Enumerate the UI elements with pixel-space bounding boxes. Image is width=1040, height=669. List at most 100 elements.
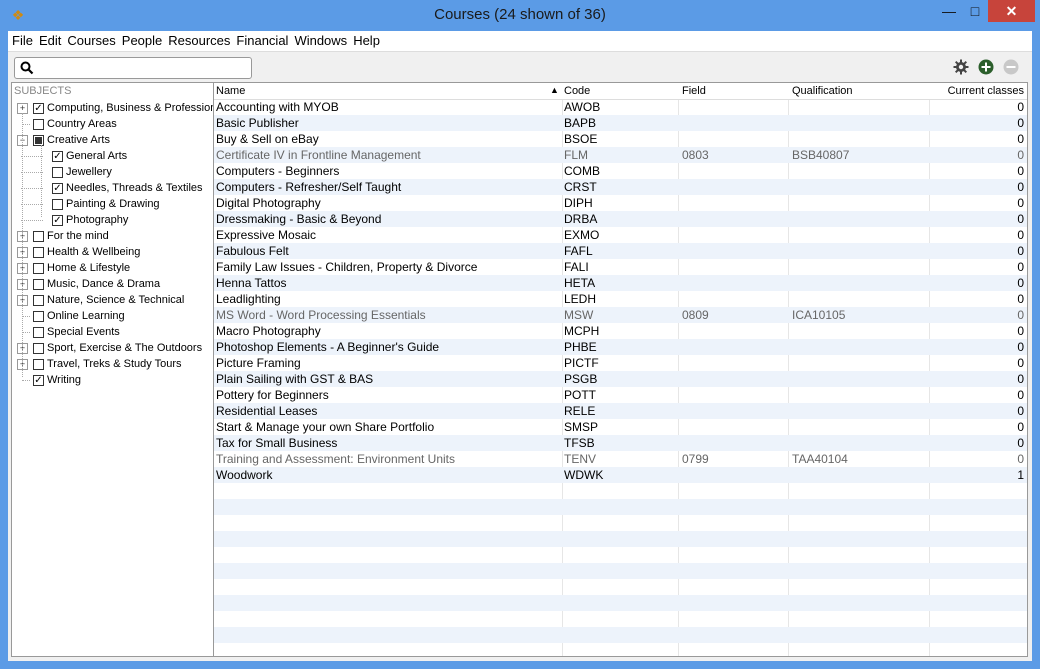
column-header-code[interactable]: Code	[564, 85, 590, 97]
courses-table[interactable]: Name ▲ Code Field Qualification Current …	[213, 82, 1028, 657]
course-code-cell: CRST	[564, 180, 597, 194]
table-row[interactable]: Picture Framing PICTF 0	[214, 355, 1027, 371]
current-classes-cell: 0	[1017, 148, 1024, 162]
menu-courses[interactable]: Courses	[64, 31, 118, 51]
table-row[interactable]: Digital Photography DIPH 0	[214, 195, 1027, 211]
tree-item[interactable]: Online Learning	[12, 308, 213, 324]
table-row[interactable]: Basic Publisher BAPB 0	[214, 115, 1027, 131]
checkbox[interactable]: ✓	[33, 375, 44, 386]
tree-connector	[21, 156, 43, 157]
tree-item[interactable]: Jewellery	[12, 164, 213, 180]
tree-item[interactable]: ✓ Photography	[12, 212, 213, 228]
checkbox[interactable]	[33, 135, 44, 146]
tree-item[interactable]: ✓ Writing	[12, 372, 213, 388]
table-row[interactable]: Certificate IV in Frontline Management FL…	[214, 147, 1027, 163]
course-name-cell: Computers - Refresher/Self Taught	[216, 180, 402, 194]
subjects-tree[interactable]: SUBJECTS + ✓ Computing, Business & Profess…	[11, 82, 214, 657]
table-row[interactable]: Expressive Mosaic EXMO 0	[214, 227, 1027, 243]
checkbox[interactable]	[33, 263, 44, 274]
table-row[interactable]: Accounting with MYOB AWOB 0	[214, 99, 1027, 115]
search-input[interactable]	[14, 57, 252, 79]
table-row[interactable]: Woodwork WDWK 1	[214, 467, 1027, 483]
table-row[interactable]: Fabulous Felt FAFL 0	[214, 243, 1027, 259]
remove-icon[interactable]	[1003, 59, 1019, 75]
column-header-qualification[interactable]: Qualification	[792, 85, 853, 97]
menu-windows[interactable]: Windows	[291, 31, 350, 51]
tree-item[interactable]: + ✓ Computing, Business & Profession	[12, 100, 213, 116]
course-name-cell: Training and Assessment: Environment Uni…	[216, 452, 455, 466]
tree-item[interactable]: Painting & Drawing	[12, 196, 213, 212]
tree-item[interactable]: + Health & Wellbeing	[12, 244, 213, 260]
column-header-name[interactable]: Name	[216, 85, 245, 97]
gear-icon[interactable]	[953, 59, 969, 75]
checkbox[interactable]	[33, 247, 44, 258]
checkbox[interactable]	[52, 167, 63, 178]
menu-help[interactable]: Help	[350, 31, 383, 51]
tree-item[interactable]: Country Areas	[12, 116, 213, 132]
table-row[interactable]: Henna Tattos HETA 0	[214, 275, 1027, 291]
table-row[interactable]: Tax for Small Business TFSB 0	[214, 435, 1027, 451]
checkbox[interactable]: ✓	[52, 183, 63, 194]
checkbox[interactable]	[33, 343, 44, 354]
table-row[interactable]: Family Law Issues - Children, Property &…	[214, 259, 1027, 275]
tree-item-label: For the mind	[47, 230, 109, 242]
checkbox[interactable]	[33, 279, 44, 290]
tree-item[interactable]: + For the mind	[12, 228, 213, 244]
tree-item[interactable]: + Home & Lifestyle	[12, 260, 213, 276]
table-row[interactable]: Computers - Refresher/Self Taught CRST 0	[214, 179, 1027, 195]
close-button[interactable]: ✕	[988, 0, 1035, 22]
course-name-cell: Picture Framing	[216, 356, 301, 370]
menu-resources[interactable]: Resources	[165, 31, 233, 51]
table-row[interactable]: Photoshop Elements - A Beginner's Guide P…	[214, 339, 1027, 355]
course-code-cell: HETA	[564, 276, 596, 290]
checkbox[interactable]	[33, 327, 44, 338]
checkbox[interactable]	[33, 231, 44, 242]
table-row[interactable]: Training and Assessment: Environment Uni…	[214, 451, 1027, 467]
table-row[interactable]: MS Word - Word Processing Essentials MSW 0…	[214, 307, 1027, 323]
table-row[interactable]: Pottery for Beginners POTT 0	[214, 387, 1027, 403]
column-header-classes[interactable]: Current classes	[930, 85, 1024, 97]
table-row[interactable]: Start & Manage your own Share Portfolio S…	[214, 419, 1027, 435]
tree-item[interactable]: ✓ Needles, Threads & Textiles	[12, 180, 213, 196]
tree-item-label: Music, Dance & Drama	[47, 278, 161, 290]
table-row[interactable]: Residential Leases RELE 0	[214, 403, 1027, 419]
course-code-cell: FAFL	[564, 244, 593, 258]
table-row[interactable]: Computers - Beginners COMB 0	[214, 163, 1027, 179]
tree-item[interactable]: + Travel, Treks & Study Tours	[12, 356, 213, 372]
current-classes-cell: 0	[1017, 116, 1024, 130]
checkbox[interactable]	[33, 295, 44, 306]
table-row[interactable]: Buy & Sell on eBay BSOE 0	[214, 131, 1027, 147]
menu-file[interactable]: File	[9, 31, 36, 51]
current-classes-cell: 1	[1017, 468, 1024, 482]
menu-edit[interactable]: Edit	[36, 31, 64, 51]
checkbox[interactable]: ✓	[33, 103, 44, 114]
table-row[interactable]: Plain Sailing with GST & BAS PSGB 0	[214, 371, 1027, 387]
maximize-button[interactable]: □	[962, 0, 988, 22]
tree-item-label: Painting & Drawing	[66, 198, 160, 210]
add-icon[interactable]	[978, 59, 994, 75]
table-row[interactable]: Leadlighting LEDH 0	[214, 291, 1027, 307]
menu-financial[interactable]: Financial	[233, 31, 291, 51]
minimize-button[interactable]: —	[936, 0, 962, 22]
checkbox[interactable]	[33, 359, 44, 370]
tree-item[interactable]: + Sport, Exercise & The Outdoors	[12, 340, 213, 356]
tree-item[interactable]: + Music, Dance & Drama	[12, 276, 213, 292]
tree-item[interactable]: Special Events	[12, 324, 213, 340]
course-name-cell: Henna Tattos	[216, 276, 287, 290]
current-classes-cell: 0	[1017, 388, 1024, 402]
current-classes-cell: 0	[1017, 436, 1024, 450]
checkbox[interactable]	[33, 311, 44, 322]
menu-people[interactable]: People	[119, 31, 165, 51]
tree-item[interactable]: + Nature, Science & Technical	[12, 292, 213, 308]
checkbox[interactable]: ✓	[52, 151, 63, 162]
tree-item[interactable]: − Creative Arts	[12, 132, 213, 148]
tree-item[interactable]: ✓ General Arts	[12, 148, 213, 164]
column-header-field[interactable]: Field	[682, 85, 706, 97]
title-bar[interactable]: ❖ Courses (24 shown of 36) — □ ✕	[0, 0, 1040, 31]
checkbox[interactable]	[33, 119, 44, 130]
table-row[interactable]: Macro Photography MCPH 0	[214, 323, 1027, 339]
qualification-cell: TAA40104	[792, 452, 848, 466]
checkbox[interactable]: ✓	[52, 215, 63, 226]
table-row[interactable]: Dressmaking - Basic & Beyond DRBA 0	[214, 211, 1027, 227]
checkbox[interactable]	[52, 199, 63, 210]
